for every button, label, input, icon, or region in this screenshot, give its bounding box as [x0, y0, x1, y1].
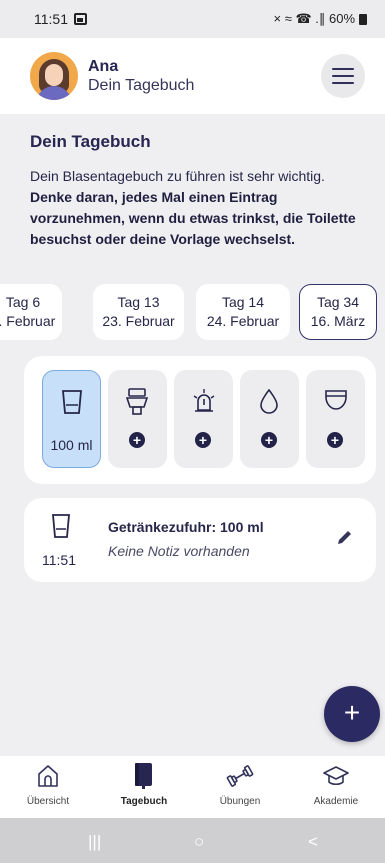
toilet-icon — [126, 388, 148, 415]
add-toilet-button[interactable]: + — [129, 432, 145, 448]
header-text: Ana Dein Tagebuch — [88, 58, 321, 95]
intro-text: Dein Blasentagebuch zu führen ist sehr w… — [30, 166, 365, 250]
status-bar: 11:51 × ≈ ☎ .∥ 60% — [0, 0, 385, 38]
user-name: Ana — [88, 57, 119, 75]
day-tab-active[interactable]: Tag 34 16. März — [299, 284, 377, 340]
entry-type-card: 100 ml + + + + — [24, 356, 376, 484]
drop-icon — [260, 388, 278, 414]
alarm-light-icon — [193, 389, 215, 412]
log-time: 11:51 — [42, 552, 76, 568]
day-tab[interactable]: Tag 13 23. Februar — [93, 284, 184, 340]
back-button[interactable]: < — [308, 832, 318, 852]
bottom-navigation: Übersicht Tagebuch Übungen Akademie — [0, 756, 385, 818]
home-icon — [38, 765, 58, 787]
intro-text-normal: Dein Blasentagebuch zu führen ist sehr w… — [30, 168, 325, 184]
graduation-cap-icon — [323, 766, 349, 786]
nav-tagebuch[interactable]: Tagebuch — [96, 756, 192, 818]
day-number: Tag 6 — [5, 294, 41, 310]
nav-akademie[interactable]: Akademie — [288, 756, 384, 818]
day-date: 6. Februar — [0, 313, 56, 329]
app-header: Ana Dein Tagebuch — [0, 38, 385, 114]
day-date: 24. Februar — [206, 313, 280, 329]
urgency-entry-tile[interactable]: + — [174, 370, 233, 468]
toilet-entry-tile[interactable]: + — [108, 370, 167, 468]
nav-label: Tagebuch — [120, 796, 168, 807]
intro-section: Dein Tagebuch Dein Blasentagebuch zu füh… — [30, 132, 365, 250]
status-indicators: × ≈ ☎ .∥ 60% — [273, 11, 367, 27]
nav-uebersicht[interactable]: Übersicht — [0, 756, 96, 818]
day-number: Tag 14 — [221, 294, 265, 310]
diary-icon — [135, 763, 152, 789]
nav-label: Übungen — [219, 796, 261, 807]
hamburger-menu-icon — [332, 68, 354, 70]
avatar[interactable] — [30, 52, 78, 100]
log-entry-card[interactable]: 11:51 Getränkezufuhr: 100 ml Keine Notiz… — [24, 498, 376, 582]
add-urgency-button[interactable]: + — [195, 432, 211, 448]
day-tab[interactable]: Tag 14 24. Februar — [196, 284, 290, 340]
intro-text-bold: Denke daran, jedes Mal einen Eintrag vor… — [30, 189, 356, 247]
recent-apps-button[interactable]: ||| — [88, 832, 101, 852]
add-pad-change-button[interactable]: + — [327, 432, 343, 448]
day-tab[interactable]: Tag 6 6. Februar — [0, 284, 62, 340]
leakage-entry-tile[interactable]: + — [240, 370, 299, 468]
status-indicators-text: × ≈ ☎ .∥ 60% — [273, 11, 356, 26]
gallery-notification-icon — [74, 13, 87, 25]
nav-uebungen[interactable]: Übungen — [192, 756, 288, 818]
log-note: Keine Notiz vorhanden — [108, 543, 250, 559]
status-time: 11:51 — [34, 11, 68, 27]
menu-button[interactable] — [321, 54, 365, 98]
diaper-icon — [325, 390, 347, 410]
glass-icon — [52, 514, 70, 538]
nav-label: Übersicht — [26, 796, 70, 807]
log-title: Getränkezufuhr: 100 ml — [108, 519, 264, 535]
drink-entry-tile[interactable]: 100 ml — [42, 370, 101, 468]
glass-icon — [62, 390, 82, 414]
day-selector: Tag 6 6. Februar Tag 13 23. Februar Tag … — [0, 284, 385, 340]
home-button[interactable]: ○ — [194, 832, 204, 852]
add-leakage-button[interactable]: + — [261, 432, 277, 448]
dumbbell-icon — [226, 765, 254, 787]
day-date: 16. März — [310, 313, 366, 329]
page-subtitle: Dein Tagebuch — [88, 76, 195, 94]
day-number: Tag 13 — [117, 294, 160, 310]
nav-label: Akademie — [313, 796, 359, 807]
pad-change-entry-tile[interactable]: + — [306, 370, 365, 468]
edit-pencil-icon[interactable] — [336, 528, 354, 546]
section-title: Dein Tagebuch — [30, 132, 151, 151]
day-date: 23. Februar — [102, 313, 175, 329]
day-number: Tag 34 — [316, 294, 360, 310]
drink-volume: 100 ml — [50, 437, 93, 453]
battery-icon — [359, 13, 367, 25]
system-navigation-bar: ||| ○ < — [0, 818, 385, 863]
add-entry-fab[interactable]: + — [324, 686, 380, 742]
